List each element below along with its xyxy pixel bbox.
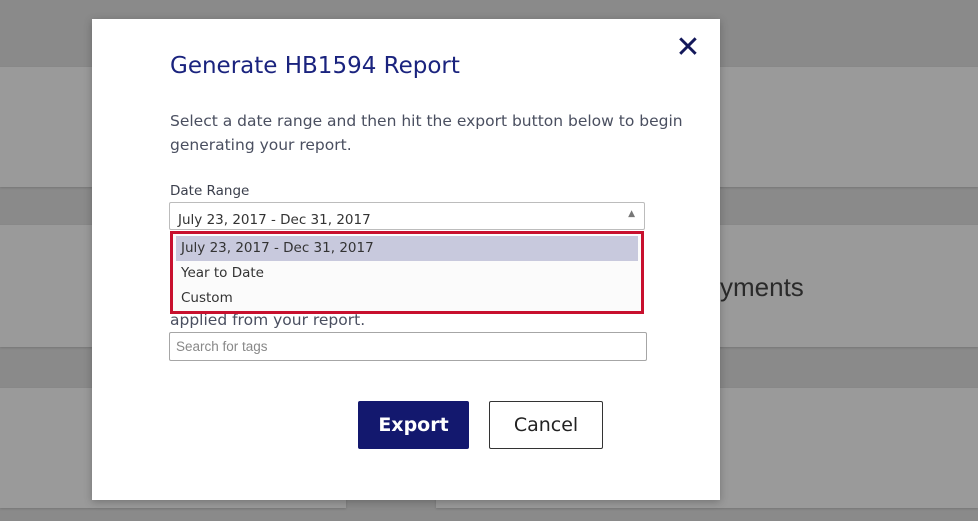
background-card-title: yments <box>720 272 804 302</box>
date-range-option[interactable]: Custom <box>176 286 638 311</box>
tag-search-input[interactable] <box>169 332 647 361</box>
date-range-label: Date Range <box>170 183 250 199</box>
generate-report-modal: ✕ Generate HB1594 Report Select a date r… <box>92 19 720 500</box>
modal-title: Generate HB1594 Report <box>170 53 460 79</box>
date-range-option[interactable]: July 23, 2017 - Dec 31, 2017 <box>176 236 638 261</box>
cancel-button[interactable]: Cancel <box>489 401 603 449</box>
caret-up-icon: ▲ <box>628 209 635 219</box>
export-button[interactable]: Export <box>358 401 469 449</box>
date-range-select[interactable]: July 23, 2017 - Dec 31, 2017 ▲ <box>169 202 645 230</box>
modal-description: Select a date range and then hit the exp… <box>170 112 683 154</box>
date-range-option[interactable]: Year to Date <box>176 261 638 286</box>
close-icon[interactable]: ✕ <box>674 33 702 63</box>
date-range-dropdown-list: July 23, 2017 - Dec 31, 2017 Year to Dat… <box>170 231 644 314</box>
date-range-selected-value: July 23, 2017 - Dec 31, 2017 <box>178 212 371 228</box>
